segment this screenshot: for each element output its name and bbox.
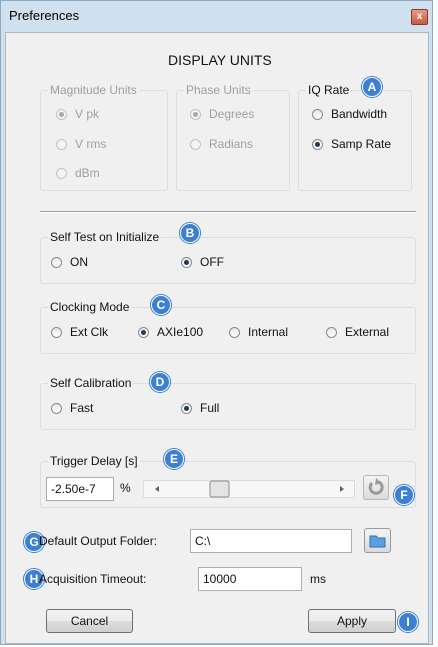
cancel-button[interactable]: Cancel <box>46 609 133 633</box>
self-test-title: Self Test on Initialize <box>48 230 162 245</box>
radio-self-test-off[interactable]: OFF <box>181 255 224 269</box>
radio-label: Bandwidth <box>331 107 388 121</box>
radio-button-icon <box>326 326 337 338</box>
radio-label: Full <box>200 401 220 415</box>
radio-label: Radians <box>209 137 254 151</box>
self-calibration-title: Self Calibration <box>48 376 134 391</box>
separator <box>40 211 416 213</box>
radio-full[interactable]: Full <box>181 401 219 415</box>
radio-button-icon <box>190 108 201 120</box>
radio-button-icon <box>51 326 62 338</box>
radio-label: Internal <box>248 325 289 339</box>
reset-icon <box>368 478 384 495</box>
self-test-group: Self Test on Initialize ON OFF <box>40 230 416 284</box>
folder-icon <box>369 535 386 548</box>
clocking-mode-group: Clocking Mode Ext Clk AXIe100 Internal E… <box>40 300 416 354</box>
radio-self-test-on[interactable]: ON <box>51 255 88 269</box>
radio-label: Ext Clk <box>70 325 109 339</box>
radio-internal[interactable]: Internal <box>229 325 288 339</box>
radio-button-icon <box>181 402 192 414</box>
preferences-window: Preferences x DISPLAY UNITS Magnitude Un… <box>0 0 433 645</box>
radio-button-icon <box>56 167 67 179</box>
radio-label: Fast <box>70 401 94 415</box>
slider-track <box>143 480 355 498</box>
radio-label: dBm <box>75 166 100 180</box>
radio-label: OFF <box>200 255 224 269</box>
slider-thumb[interactable] <box>209 480 230 498</box>
radio-label: Samp Rate <box>331 137 392 151</box>
radio-button-icon <box>56 138 67 150</box>
radio-button-icon <box>312 108 323 120</box>
acquisition-timeout-input[interactable]: 10000 <box>198 567 302 591</box>
radio-button-icon <box>181 256 192 268</box>
radio-button-icon <box>51 256 62 268</box>
self-calibration-group: Self Calibration Fast Full <box>40 376 416 430</box>
trigger-delay-title: Trigger Delay [s] <box>48 454 140 469</box>
radio-axie100[interactable]: AXIe100 <box>138 325 203 339</box>
radio-label: External <box>345 325 390 339</box>
trigger-delay-unit: % <box>120 481 131 495</box>
radio-external[interactable]: External <box>326 325 389 339</box>
radio-radians: Radians <box>190 137 253 151</box>
radio-button-icon <box>51 402 62 414</box>
trigger-delay-input[interactable]: -2.50e-7 <box>46 477 114 501</box>
callout-badge-f: F <box>394 485 414 505</box>
radio-degrees: Degrees <box>190 107 254 121</box>
radio-samp-rate[interactable]: Samp Rate <box>312 137 391 151</box>
iq-rate-title: IQ Rate <box>306 83 352 98</box>
close-icon: x <box>416 11 423 22</box>
acquisition-timeout-label: Acquisition Timeout: <box>39 572 147 586</box>
phase-units-title: Phase Units <box>184 83 253 98</box>
radio-button-icon <box>138 326 149 338</box>
radio-button-icon <box>229 326 240 338</box>
radio-dbm: dBm <box>56 166 100 180</box>
callout-badge-i: I <box>398 612 418 632</box>
reset-button[interactable] <box>363 475 389 500</box>
client-area: DISPLAY UNITS Magnitude Units V pk V rms… <box>5 32 429 644</box>
radio-button-icon <box>190 138 201 150</box>
callout-badge-d: D <box>150 372 170 392</box>
radio-button-icon <box>56 108 67 120</box>
magnitude-units-title: Magnitude Units <box>48 83 139 98</box>
radio-label: AXIe100 <box>157 325 204 339</box>
output-folder-label: Default Output Folder: <box>39 534 158 548</box>
callout-badge-e: E <box>164 449 184 469</box>
callout-badge-b: B <box>180 223 200 243</box>
trigger-delay-slider[interactable] <box>143 480 355 498</box>
radio-label: V pk <box>75 107 100 121</box>
close-button[interactable]: x <box>411 9 428 25</box>
display-units-heading: DISPLAY UNITS <box>168 52 272 68</box>
apply-button[interactable]: Apply <box>308 609 396 633</box>
radio-bandwidth[interactable]: Bandwidth <box>312 107 387 121</box>
magnitude-units-group: Magnitude Units V pk V rms dBm <box>40 83 168 191</box>
title-bar[interactable]: Preferences x <box>1 1 432 31</box>
phase-units-group: Phase Units Degrees Radians <box>176 83 290 191</box>
radio-label: Degrees <box>209 107 255 121</box>
window-title: Preferences <box>9 8 80 23</box>
output-folder-input[interactable]: C:\ <box>190 529 352 553</box>
clocking-mode-title: Clocking Mode <box>48 300 132 315</box>
radio-vrms: V rms <box>56 137 106 151</box>
browse-folder-button[interactable] <box>364 528 391 553</box>
callout-badge-a: A <box>362 77 382 97</box>
acquisition-timeout-unit: ms <box>310 572 326 586</box>
radio-vpk: V pk <box>56 107 99 121</box>
radio-fast[interactable]: Fast <box>51 401 93 415</box>
radio-button-icon <box>312 138 323 150</box>
iq-rate-group: IQ Rate Bandwidth Samp Rate <box>298 83 412 191</box>
radio-label: V rms <box>75 137 107 151</box>
radio-ext-clk[interactable]: Ext Clk <box>51 325 108 339</box>
radio-label: ON <box>70 255 88 269</box>
callout-badge-c: C <box>151 295 171 315</box>
